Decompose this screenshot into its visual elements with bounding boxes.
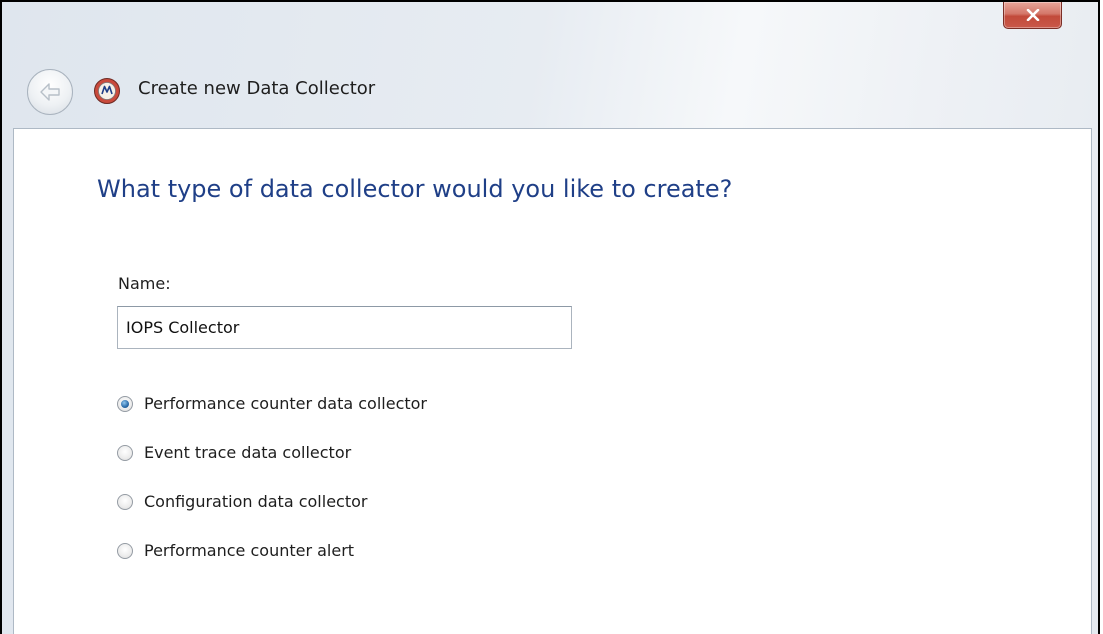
radio-button[interactable] [117,444,133,461]
back-arrow-icon [40,83,60,101]
window-title: Create new Data Collector [138,78,376,99]
close-icon [1026,9,1039,21]
radio-button[interactable] [117,542,133,559]
option-label: Configuration data collector [144,492,368,511]
option-label: Event trace data collector [144,443,352,462]
close-button[interactable] [1003,2,1062,29]
page-heading: What type of data collector would you li… [97,175,733,203]
name-input[interactable] [117,306,572,349]
option-configuration-data-collector[interactable]: Configuration data collector [117,492,367,511]
name-label: Name: [118,274,171,293]
radio-button[interactable] [117,493,133,510]
back-button[interactable] [27,69,73,115]
radio-button-selected[interactable] [117,395,133,412]
performance-monitor-icon [94,78,120,104]
option-performance-counter-data-collector[interactable]: Performance counter data collector [117,394,427,413]
option-performance-counter-alert[interactable]: Performance counter alert [117,541,354,560]
option-event-trace-data-collector[interactable]: Event trace data collector [117,443,351,462]
option-label: Performance counter alert [144,541,355,560]
wizard-window: Create new Data Collector What type of d… [0,0,1100,634]
option-label: Performance counter data collector [144,394,428,413]
